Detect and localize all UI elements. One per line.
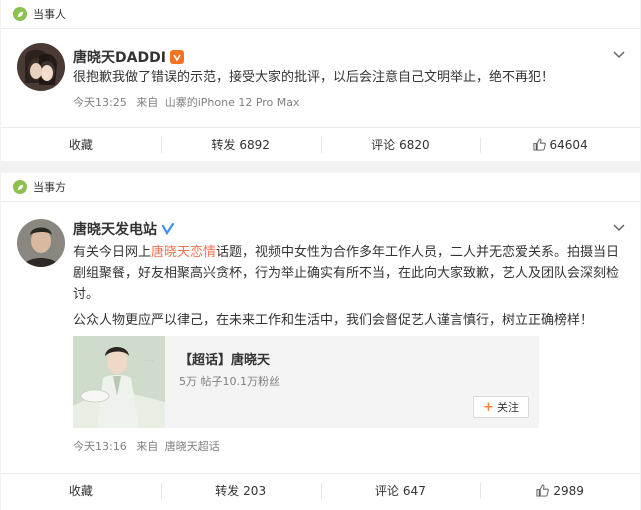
repost-label: 转发 (215, 484, 240, 498)
username[interactable]: 唐晓天DADDI (73, 47, 184, 67)
collect-button[interactable]: 收藏 (1, 474, 161, 507)
comment-count: 6820 (399, 137, 430, 152)
verified-blue-icon (161, 222, 175, 236)
post-meta: 今天13:25 来自 山寨的iPhone 12 Pro Max (73, 94, 306, 110)
repost-count: 203 (243, 483, 267, 498)
post-card-1: 当事人 唐晓天DADDI 很抱歉我做了错误的示范，接受大家的批评，以后会注意自己… (1, 0, 640, 161)
post-text: 很抱歉我做了错误的示范，接受大家的批评，以后会注意自己文明举止，绝不再犯！ (73, 70, 555, 85)
post-text: 有关今日网上唐晓天恋情话题，视频中女性为合作多年工作人员，二人并无恋爱关系。拍摄… (73, 242, 620, 305)
card-tag: 当事方 (13, 179, 66, 195)
repost-label: 转发 (211, 138, 236, 152)
collect-button[interactable]: 收藏 (1, 128, 161, 161)
collect-label: 收藏 (68, 138, 93, 152)
post-text-part: 有关今日网上 (73, 245, 152, 260)
topic-stats: 5万 帖子10.1万粉丝 (179, 375, 280, 388)
divider (1, 28, 640, 29)
post-time[interactable]: 今天13:16 (73, 440, 127, 453)
like-count: 2989 (553, 483, 584, 498)
chevron-down-icon[interactable] (612, 50, 626, 60)
avatar[interactable] (17, 219, 65, 267)
avatar[interactable] (17, 43, 65, 91)
topic-card[interactable]: · · · 【超话】唐晓天 5万 帖子10.1万粉丝 + 关注 (73, 336, 539, 428)
like-button[interactable]: 2989 (480, 474, 640, 507)
thumbs-up-icon (536, 484, 550, 497)
comment-label: 评论 (371, 138, 396, 152)
post-text-second: 公众人物更应严以律己，在未来工作和生活中，我们会督促艺人谨言慎行，树立正确榜样！ (73, 313, 594, 328)
post-source[interactable]: 唐晓天超话 (165, 440, 220, 453)
topic-title[interactable]: 【超话】唐晓天 (179, 349, 270, 368)
follow-button[interactable]: + 关注 (473, 396, 529, 418)
collect-label: 收藏 (68, 484, 93, 498)
post-card-2: 当事方 唐晓天发电站 有关今日网上唐晓天恋情话题，视频中女性为合作多年工作人员，… (1, 173, 640, 510)
divider (1, 201, 640, 202)
action-bar: 收藏 转发 203 评论 647 2989 (1, 473, 640, 507)
repost-button[interactable]: 转发 6892 (160, 128, 321, 161)
thumbs-up-icon (532, 138, 546, 151)
card-tag-label: 当事方 (33, 181, 66, 194)
source-prefix: 来自 (136, 440, 159, 453)
post-source[interactable]: 山寨的iPhone 12 Pro Max (165, 96, 300, 109)
leaf-icon (13, 180, 27, 194)
repost-count: 6892 (239, 137, 270, 152)
like-count: 64604 (549, 137, 588, 152)
like-button[interactable]: 64604 (480, 128, 640, 161)
comment-count: 647 (402, 483, 426, 498)
username[interactable]: 唐晓天发电站 (73, 219, 175, 239)
verified-orange-icon (169, 50, 184, 64)
repost-button[interactable]: 转发 203 (160, 474, 321, 507)
source-prefix: 来自 (136, 96, 159, 109)
plus-icon: + (483, 399, 494, 415)
leaf-icon (13, 7, 27, 21)
username-text[interactable]: 唐晓天发电站 (73, 219, 157, 239)
follow-label: 关注 (496, 401, 519, 414)
svg-text:· · ·: · · · (145, 358, 153, 364)
chevron-down-icon[interactable] (612, 223, 626, 233)
card-tag-label: 当事人 (33, 8, 66, 21)
username-text[interactable]: 唐晓天DADDI (73, 47, 166, 67)
post-time[interactable]: 今天13:25 (73, 96, 127, 109)
post-meta: 今天13:16 来自 唐晓天超话 (73, 438, 226, 454)
topic-image: · · · (73, 336, 165, 428)
card-tag: 当事人 (13, 6, 66, 22)
comment-button[interactable]: 评论 647 (320, 474, 481, 507)
action-bar: 收藏 转发 6892 评论 6820 64604 (1, 127, 640, 161)
comment-button[interactable]: 评论 6820 (320, 128, 481, 161)
comment-label: 评论 (374, 484, 399, 498)
topic-link[interactable]: 唐晓天恋情 (151, 245, 216, 260)
